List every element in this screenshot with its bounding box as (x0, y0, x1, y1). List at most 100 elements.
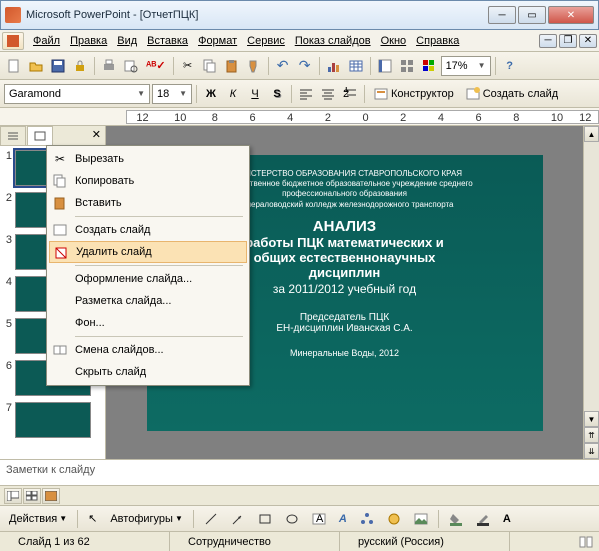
design-button[interactable]: Конструктор (369, 84, 459, 104)
ruler-horizontal: 12 10 8 6 4 2 0 2 4 6 8 10 12 (0, 108, 599, 126)
select-button[interactable]: ↖ (83, 509, 102, 529)
numbering-button[interactable]: 12 (340, 84, 360, 104)
color-button[interactable] (419, 56, 439, 76)
menu-slideshow[interactable]: Показ слайдов (290, 32, 376, 50)
thumb-row[interactable]: 7 (2, 402, 103, 438)
spellcheck-button[interactable]: ᴬᴮ✓ (143, 56, 169, 76)
save-button[interactable] (48, 56, 68, 76)
maximize-button[interactable]: ▭ (518, 6, 546, 24)
picture-button[interactable] (409, 509, 433, 529)
menu-file[interactable]: Файл (28, 32, 65, 50)
drawing-toolbar: Действия ▼ ↖ Автофигуры ▼ A A A (0, 505, 599, 531)
table-button[interactable] (346, 56, 366, 76)
paste-icon (225, 59, 239, 73)
paste-button[interactable] (222, 56, 242, 76)
normal-view-button[interactable] (4, 488, 22, 504)
ctx-delete-slide[interactable]: Удалить слайд (49, 241, 247, 263)
zoom-combo[interactable]: 17% ▼ (441, 56, 491, 76)
help-button[interactable]: ? (500, 56, 520, 76)
menu-tools[interactable]: Сервис (242, 32, 290, 50)
autoshapes-menu[interactable]: Автофигуры ▼ (105, 509, 188, 529)
wordart-button[interactable]: A (334, 509, 352, 529)
arrow-button[interactable] (226, 509, 250, 529)
font-combo[interactable]: Garamond ▼ (4, 84, 150, 104)
cut-button[interactable]: ✂ (178, 56, 198, 76)
copy-icon (203, 59, 217, 73)
tab-outline[interactable] (0, 126, 26, 145)
ctx-layout[interactable]: Разметка слайда... (49, 290, 247, 312)
separator (75, 216, 243, 217)
doc-restore-button[interactable]: ❐ (559, 34, 577, 48)
menu-insert[interactable]: Вставка (142, 32, 193, 50)
shadow-button[interactable]: S (267, 84, 287, 104)
menu-format[interactable]: Формат (193, 32, 242, 50)
menu-edit[interactable]: Правка (65, 32, 112, 50)
scroll-down-button[interactable]: ▼ (584, 411, 599, 427)
new-button[interactable] (4, 56, 24, 76)
format-painter-button[interactable] (244, 56, 264, 76)
fontcolor-button[interactable]: A (498, 509, 516, 529)
line-button[interactable] (199, 509, 223, 529)
align-center-button[interactable] (318, 84, 338, 104)
scrollbar-vertical[interactable]: ▲ ▼ ⇈ ⇊ (583, 126, 599, 459)
ctx-transition[interactable]: Смена слайдов... (49, 339, 247, 361)
close-button[interactable]: ✕ (548, 6, 594, 24)
slide-thumbnail[interactable] (15, 402, 91, 438)
close-pane-button[interactable]: ✕ (88, 126, 105, 145)
open-button[interactable] (26, 56, 46, 76)
scroll-up-button[interactable]: ▲ (584, 126, 599, 142)
fillcolor-button[interactable] (444, 509, 468, 529)
menu-help[interactable]: Справка (411, 32, 464, 50)
redo-button[interactable]: ↷ (295, 56, 315, 76)
cut-icon: ✂ (51, 150, 69, 168)
undo-button[interactable]: ↶ (273, 56, 293, 76)
actions-menu[interactable]: Действия ▼ (4, 509, 72, 529)
chart-button[interactable] (324, 56, 344, 76)
diagram-button[interactable] (355, 509, 379, 529)
clipart-button[interactable] (382, 509, 406, 529)
doc-close-button[interactable]: ✕ (579, 34, 597, 48)
table-icon (349, 59, 363, 73)
rect-button[interactable] (253, 509, 277, 529)
ctx-copy[interactable]: Копировать (49, 170, 247, 192)
linecolor-button[interactable] (471, 509, 495, 529)
print-icon (102, 59, 116, 73)
lock-icon (73, 59, 87, 73)
minimize-button[interactable]: ─ (488, 6, 516, 24)
preview-button[interactable] (121, 56, 141, 76)
status-language[interactable]: русский (Россия) (340, 532, 510, 551)
doc-minimize-button[interactable]: ─ (539, 34, 557, 48)
expand-button[interactable] (397, 56, 417, 76)
fontsize-combo[interactable]: 18 ▼ (152, 84, 192, 104)
status-icon[interactable] (573, 536, 599, 548)
ctx-new-slide[interactable]: Создать слайд (49, 219, 247, 241)
sorter-view-button[interactable] (23, 488, 41, 504)
ctx-cut[interactable]: ✂Вырезать (49, 148, 247, 170)
ctx-design[interactable]: Оформление слайда... (49, 268, 247, 290)
textbox-button[interactable]: A (307, 509, 331, 529)
prev-slide-button[interactable]: ⇈ (584, 427, 599, 443)
oval-button[interactable] (280, 509, 304, 529)
next-slide-button[interactable]: ⇊ (584, 443, 599, 459)
ruler-track[interactable]: 12 10 8 6 4 2 0 2 4 6 8 10 12 (126, 110, 599, 124)
print-button[interactable] (99, 56, 119, 76)
bold-button[interactable]: Ж (201, 84, 221, 104)
permissions-button[interactable] (70, 56, 90, 76)
ctx-paste[interactable]: Вставить (49, 192, 247, 214)
slideshow-view-button[interactable] (42, 488, 60, 504)
menu-view[interactable]: Вид (112, 32, 142, 50)
ctx-background[interactable]: Фон... (49, 312, 247, 334)
tab-slides[interactable] (27, 126, 53, 145)
new-slide-button[interactable]: Создать слайд (461, 84, 563, 104)
italic-button[interactable]: К (223, 84, 243, 104)
copy-button[interactable] (200, 56, 220, 76)
notes-pane[interactable]: Заметки к слайду (0, 459, 599, 485)
menu-window[interactable]: Окно (376, 32, 412, 50)
scroll-track[interactable] (584, 142, 599, 411)
columns-button[interactable] (375, 56, 395, 76)
office-button[interactable] (2, 32, 24, 50)
align-left-button[interactable] (296, 84, 316, 104)
underline-button[interactable]: Ч (245, 84, 265, 104)
bold-icon: Ж (206, 88, 216, 100)
ctx-hide-slide[interactable]: Скрыть слайд (49, 361, 247, 383)
